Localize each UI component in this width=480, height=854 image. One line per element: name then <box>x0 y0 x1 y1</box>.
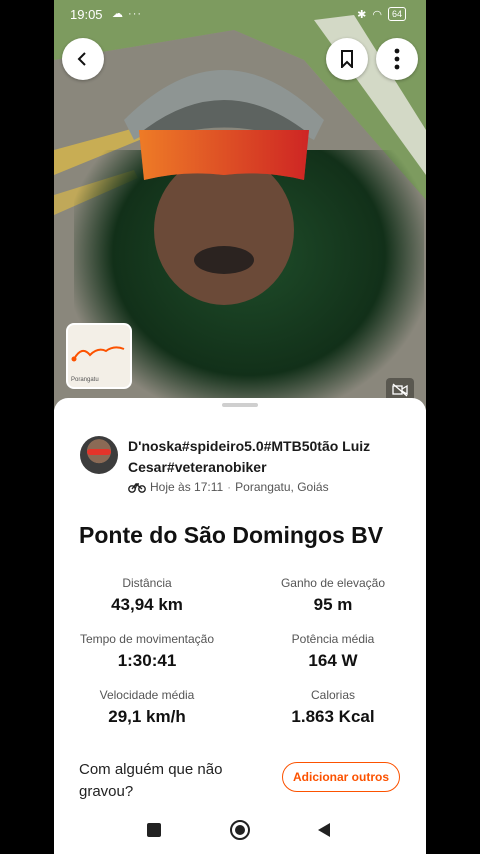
stat-value: 95 m <box>313 595 353 614</box>
stat-value: 43,94 km <box>111 595 183 614</box>
system-nav-bar <box>54 806 426 854</box>
stat-label: Distância <box>122 576 172 590</box>
group-activity-question: Com alguém que não gravou? <box>79 761 223 800</box>
status-time: 19:05 <box>70 7 103 22</box>
add-others-button[interactable]: Adicionar outros <box>282 762 400 792</box>
bluetooth-icon: ✱ <box>357 8 367 21</box>
recents-button[interactable] <box>142 818 166 842</box>
stat-moving-time: Tempo de movimentação 1:30:41 <box>54 632 240 671</box>
home-nav-icon <box>230 820 250 840</box>
stat-calories: Calorias 1.863 Kcal <box>240 688 426 727</box>
back-icon <box>77 52 86 66</box>
square-nav-icon <box>147 823 161 837</box>
athlete-name[interactable]: D'noska#spideiro5.0#MTB50tão Luiz Cesar#… <box>128 436 408 478</box>
avatar[interactable] <box>80 436 118 474</box>
stat-label: Velocidade média <box>99 688 195 702</box>
notification-icons: ☁ ··· <box>112 8 143 20</box>
more-options-button[interactable] <box>376 38 418 80</box>
bookmark-icon <box>341 50 353 68</box>
activity-meta: Hoje às 17:11 · Porangatu, Goiás <box>128 480 329 494</box>
activity-photo[interactable]: Porangatu <box>54 0 426 410</box>
sheet-handle[interactable] <box>222 403 258 407</box>
more-vertical-icon <box>394 48 400 70</box>
bookmark-button[interactable] <box>326 38 368 80</box>
meta-separator: · <box>227 480 232 494</box>
stat-average-power: Potência média 164 W <box>240 632 426 671</box>
stat-value: 164 W <box>308 651 358 670</box>
stat-elevation-gain: Ganho de elevação 95 m <box>240 576 426 615</box>
stat-value: 29,1 km/h <box>108 707 186 726</box>
stat-label: Ganho de elevação <box>280 576 386 590</box>
stat-label: Calorias <box>310 688 355 702</box>
battery-icon: 64 <box>387 7 406 21</box>
stat-distance: Distância 43,94 km <box>54 576 240 615</box>
activity-location: Porangatu, Goiás <box>235 480 329 494</box>
route-map-thumbnail[interactable]: Porangatu <box>66 323 132 389</box>
bike-icon <box>128 483 146 493</box>
mute-icon <box>392 383 408 397</box>
stat-average-speed: Velocidade média 29,1 km/h <box>54 688 240 727</box>
back-nav-button[interactable] <box>312 818 336 842</box>
status-bar: 19:05 ☁ ··· ✱ ◠ 64 <box>54 0 426 28</box>
system-icons: ✱ ◠ 64 <box>357 7 406 21</box>
back-button[interactable] <box>62 38 104 80</box>
activity-title: Ponte do São Domingos BV <box>79 522 384 548</box>
avatar-glasses <box>87 449 111 455</box>
stat-label: Tempo de movimentação <box>79 632 215 646</box>
wifi-icon: ◠ <box>372 8 382 21</box>
home-button[interactable] <box>228 818 252 842</box>
app-screen: Porangatu 19:05 ☁ ··· ✱ ◠ 64 D'noska#spi… <box>54 0 426 854</box>
back-nav-icon <box>318 823 330 837</box>
rider-figure <box>124 70 324 305</box>
activity-sheet: D'noska#spideiro5.0#MTB50tão Luiz Cesar#… <box>54 398 426 854</box>
stat-value: 1.863 Kcal <box>291 707 375 726</box>
stat-value: 1:30:41 <box>117 651 177 670</box>
stat-label: Potência média <box>291 632 375 646</box>
activity-time: Hoje às 17:11 <box>150 480 224 494</box>
map-label: Porangatu <box>71 377 99 383</box>
